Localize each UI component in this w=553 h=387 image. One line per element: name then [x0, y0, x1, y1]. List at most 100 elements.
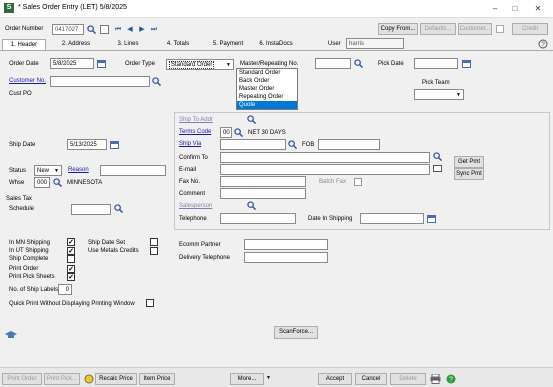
previous-record-icon[interactable]: ◀	[126, 26, 134, 34]
print-order-button[interactable]: Print Order	[2, 373, 42, 385]
quick-print-checkbox[interactable]	[146, 299, 154, 307]
order-number-label: Order Number	[5, 26, 44, 32]
order-type-option-quote[interactable]: Quote	[237, 101, 297, 109]
pick-date-calendar-icon[interactable]	[462, 60, 471, 68]
printer-icon[interactable]	[430, 373, 441, 384]
cancel-button[interactable]: Cancel	[355, 373, 387, 385]
ship-to-search-icon[interactable]	[247, 115, 257, 126]
customer-no-link[interactable]: Customer No.	[9, 78, 46, 84]
minimize-button[interactable]: –	[486, 2, 504, 15]
credit-button[interactable]: Credit	[512, 23, 548, 35]
print-order-checkbox[interactable]: ✓	[67, 265, 75, 273]
reason-field[interactable]	[100, 165, 166, 176]
whse-search-icon[interactable]	[53, 178, 63, 189]
next-record-icon[interactable]: ▶	[138, 26, 146, 34]
print-pick-button[interactable]: Print Pick...	[44, 373, 80, 385]
ship-to-addr-link[interactable]: Ship To Addr	[179, 117, 213, 123]
order-type-select[interactable]: Standard Order ▼	[166, 59, 234, 70]
search-order-icon[interactable]	[87, 25, 97, 35]
in-mn-shipping-label: In MN Shipping	[9, 240, 51, 246]
help-circle-icon[interactable]: ?	[446, 374, 456, 384]
first-record-icon[interactable]: ⏮	[114, 26, 122, 34]
in-mn-shipping-checkbox[interactable]: ✓	[67, 238, 75, 246]
customer-no-field[interactable]	[50, 76, 150, 87]
delivery-telephone-field[interactable]	[244, 252, 328, 263]
order-number-field[interactable]: 0417027	[52, 24, 84, 35]
fax-no-field[interactable]	[220, 176, 306, 187]
salesperson-search-icon[interactable]	[247, 201, 257, 212]
telephone-field[interactable]	[220, 213, 296, 224]
batch-fax-checkbox[interactable]	[354, 178, 362, 186]
reason-link[interactable]: Reason	[68, 167, 89, 173]
more-arrow-icon[interactable]: ▼	[266, 375, 271, 381]
date-in-shipping-field[interactable]	[360, 213, 424, 224]
cust-po-label: Cust PO	[9, 91, 32, 97]
ship-via-field[interactable]	[220, 139, 286, 150]
customer-button[interactable]: Customer...	[458, 23, 492, 35]
terms-code-field[interactable]: 00	[220, 127, 232, 138]
confirm-to-search-icon[interactable]	[433, 152, 443, 163]
comment-label: Comment	[179, 191, 206, 197]
terms-search-icon[interactable]	[234, 128, 244, 139]
print-pick-sheets-checkbox[interactable]: ✓	[67, 273, 75, 281]
ship-date-field[interactable]: 5/13/2025	[67, 139, 107, 150]
customer-checkbox[interactable]	[496, 25, 504, 33]
in-ut-shipping-checkbox[interactable]: ✓	[67, 247, 75, 255]
pick-date-label: Pick Date	[378, 61, 404, 67]
graduation-cap-icon[interactable]	[4, 330, 18, 340]
sync-pmt-button[interactable]: Sync Pmt	[454, 168, 484, 180]
ship-complete-checkbox[interactable]	[67, 255, 75, 263]
tab-address[interactable]: 2. Address	[56, 39, 96, 50]
tab-lines[interactable]: 3. Lines	[112, 39, 144, 50]
last-record-icon[interactable]: ⏭	[150, 26, 158, 34]
order-type-option-repeating[interactable]: Repeating Order	[237, 93, 297, 101]
tab-instadocs[interactable]: 6. InstaDocs	[255, 39, 297, 50]
ship-date-calendar-icon[interactable]	[110, 141, 119, 149]
email-field[interactable]	[220, 164, 430, 175]
more-button[interactable]: More...	[230, 373, 264, 385]
close-button[interactable]: ✕	[529, 2, 547, 15]
tab-payment[interactable]: 5. Payment	[208, 39, 248, 50]
ecomm-partner-field[interactable]	[244, 239, 328, 250]
maximize-button[interactable]: □	[506, 2, 524, 15]
ship-via-search-icon[interactable]	[288, 140, 298, 151]
schedule-field[interactable]	[71, 204, 111, 215]
date-in-shipping-calendar-icon[interactable]	[427, 215, 436, 223]
ship-labels-field[interactable]: 0	[58, 284, 72, 295]
terms-code-link[interactable]: Terms Code	[179, 129, 211, 135]
ship-date-set-checkbox[interactable]	[150, 238, 158, 246]
order-date-calendar-icon[interactable]	[97, 60, 106, 68]
get-pmt-button[interactable]: Get Pmt	[454, 156, 484, 168]
comment-field[interactable]	[220, 188, 306, 199]
customer-search-icon[interactable]	[152, 77, 162, 88]
defaults-button[interactable]: Defaults...	[420, 23, 456, 35]
use-metals-credits-checkbox[interactable]	[150, 247, 158, 255]
accept-button[interactable]: Accept	[318, 373, 352, 385]
schedule-search-icon[interactable]	[114, 204, 124, 215]
scanforce-button[interactable]: ScanForce...	[274, 326, 318, 339]
new-order-icon[interactable]	[100, 25, 109, 34]
item-price-button[interactable]: Item Price	[139, 373, 175, 385]
fob-field[interactable]	[318, 139, 380, 150]
ship-via-link[interactable]: Ship Via	[179, 141, 201, 147]
pick-team-arrow-icon: ▼	[456, 92, 461, 98]
recalc-price-button[interactable]: Recalc Price	[95, 373, 137, 385]
master-repeating-field[interactable]	[315, 58, 351, 69]
confirm-to-field[interactable]	[220, 152, 430, 163]
help-icon[interactable]: ?	[538, 39, 548, 49]
order-type-dropdown-list: Standard Order Back Order Master Order R…	[236, 68, 298, 110]
salesperson-link[interactable]: Salesperson	[179, 203, 212, 209]
status-select[interactable]: New ▼	[34, 165, 62, 176]
email-envelope-icon[interactable]	[433, 165, 442, 172]
delete-button[interactable]: Delete	[390, 373, 426, 385]
whse-field[interactable]: 000	[34, 177, 50, 188]
order-type-option-back-order[interactable]: Back Order	[237, 77, 297, 85]
master-repeating-search-icon[interactable]	[354, 59, 364, 70]
order-date-field[interactable]: 5/8/2025	[50, 58, 94, 69]
tab-totals[interactable]: 4. Totals	[162, 39, 194, 50]
copy-from-button[interactable]: Copy From...	[378, 23, 418, 35]
order-type-option-standard[interactable]: Standard Order	[237, 69, 297, 77]
order-type-option-master[interactable]: Master Order	[237, 85, 297, 93]
pick-team-select[interactable]: ▼	[414, 89, 464, 100]
pick-date-field[interactable]	[414, 58, 458, 69]
